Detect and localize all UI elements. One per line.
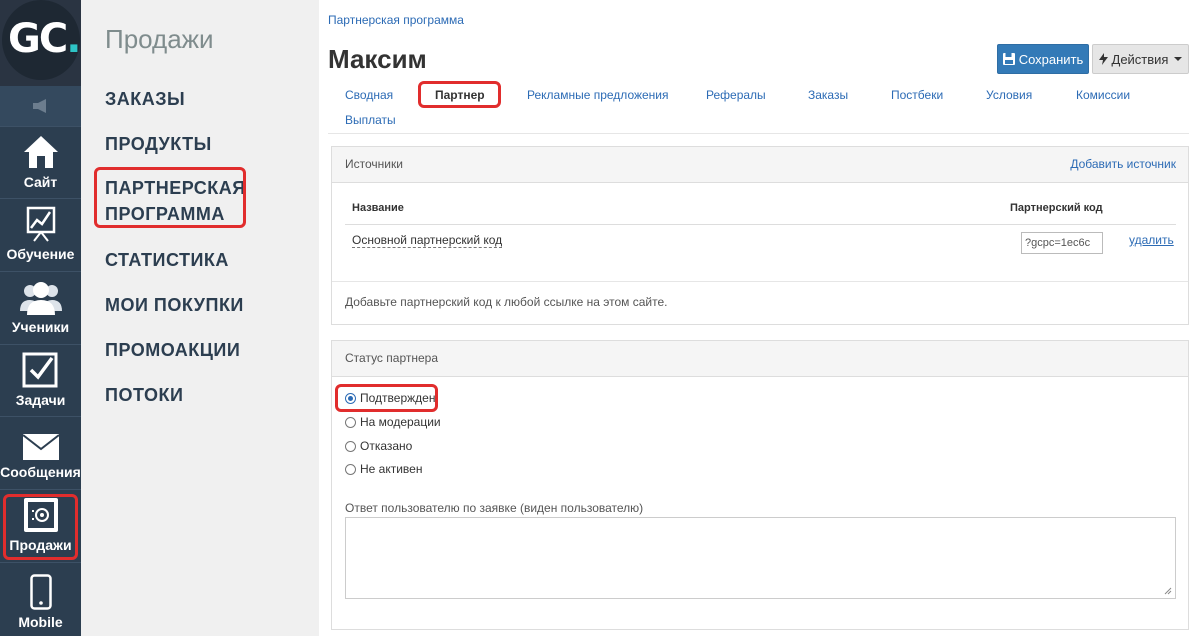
menu-item-statistics[interactable]: СТАТИСТИКА: [105, 247, 229, 273]
status-option-inactive[interactable]: Не активен: [345, 462, 422, 476]
menu-item-streams[interactable]: ПОТОКИ: [105, 382, 183, 408]
radio-unchecked[interactable]: [345, 416, 356, 428]
tab-referrals[interactable]: Рефералы: [706, 88, 766, 102]
tab-orders[interactable]: Заказы: [808, 88, 848, 102]
tab-commissions[interactable]: Комиссии: [1076, 88, 1130, 102]
menu-item-promotions[interactable]: ПРОМОАКЦИИ: [105, 337, 240, 363]
status-panel: Статус партнера Подтвержден На модерации…: [331, 340, 1189, 630]
envelope-icon: [22, 434, 59, 460]
menu-item-affiliate-line1[interactable]: ПАРТНЕРСКАЯ: [105, 175, 246, 201]
status-option-approved[interactable]: Подтвержден: [345, 391, 435, 405]
rail-item-label: Сайт: [23, 174, 58, 190]
sources-panel-header: Источники Добавить источник: [332, 147, 1188, 183]
main-content: Партнерская программа Максим Сохранить Д…: [319, 0, 1200, 636]
rail-item-learning[interactable]: Обучение: [0, 198, 81, 268]
delete-source-link[interactable]: удалить: [1129, 233, 1174, 247]
chevron-down-icon: [1174, 57, 1183, 61]
floppy-icon: [1002, 53, 1015, 65]
tab-partner[interactable]: Партнер: [435, 88, 485, 102]
home-icon: [23, 136, 58, 168]
table-header-divider: [345, 224, 1176, 225]
icon-rail: GC. Сайт Обучение Ученики Задачи Сообщен…: [0, 0, 81, 636]
rail-item-messages[interactable]: Сообщения: [0, 416, 81, 486]
logo[interactable]: GC.: [0, 0, 81, 86]
status-panel-header: Статус партнера: [332, 341, 1188, 377]
megaphone-icon: [32, 99, 46, 113]
users-icon: [19, 282, 62, 315]
sources-title: Источники: [345, 157, 403, 171]
column-header-code: Партнерский код: [1010, 202, 1103, 214]
actions-dropdown[interactable]: Действия: [1092, 44, 1189, 74]
logo-text: GC: [8, 16, 68, 62]
menu-title: Продажи: [105, 24, 214, 54]
status-option-label: Не активен: [360, 462, 423, 476]
status-option-label: Отказано: [360, 439, 413, 453]
menu-item-my-purchases[interactable]: МОИ ПОКУПКИ: [105, 292, 244, 318]
rail-item-mobile[interactable]: Mobile: [0, 562, 81, 636]
save-button-label: Сохранить: [1018, 51, 1084, 67]
resize-handle-icon[interactable]: [1164, 587, 1172, 595]
rail-item-label: Ученики: [11, 319, 70, 335]
rail-item-label: Сообщения: [0, 464, 81, 480]
logo-dot: .: [66, 16, 81, 62]
response-label: Ответ пользователю по заявке (виден поль…: [345, 501, 644, 515]
checkbox-icon: [22, 352, 57, 388]
phone-icon: [29, 574, 52, 610]
chart-board-icon: [26, 206, 55, 242]
sources-hint: Добавьте партнерский код к любой ссылке …: [345, 295, 668, 309]
menu-item-orders[interactable]: ЗАКАЗЫ: [105, 86, 185, 112]
rail-item-label: Продажи: [9, 537, 72, 553]
save-button[interactable]: Сохранить: [997, 44, 1089, 74]
tab-payouts[interactable]: Выплаты: [345, 113, 396, 127]
source-name[interactable]: Основной партнерский код: [352, 233, 503, 248]
actions-label: Действия: [1111, 51, 1169, 67]
status-title: Статус партнера: [345, 351, 438, 365]
announcements-button[interactable]: [0, 86, 81, 126]
menu-item-products[interactable]: ПРОДУКТЫ: [105, 131, 212, 157]
rail-item-label: Задачи: [15, 392, 66, 408]
status-option-moderation[interactable]: На модерации: [345, 415, 441, 429]
radio-unchecked[interactable]: [345, 463, 356, 475]
sales-menu: Продажи ЗАКАЗЫ ПРОДУКТЫ ПАРТНЕРСКАЯ ПРОГ…: [81, 0, 319, 636]
rail-item-students[interactable]: Ученики: [0, 271, 81, 341]
status-option-label: Подтвержден: [360, 391, 436, 405]
tabs-divider: [328, 133, 1189, 134]
safe-icon: [23, 498, 58, 532]
tab-conditions[interactable]: Условия: [986, 88, 1032, 102]
add-source-link[interactable]: Добавить источник: [1070, 157, 1176, 171]
rail-item-sales[interactable]: Продажи: [0, 489, 81, 559]
menu-item-affiliate-line2[interactable]: ПРОГРАММА: [105, 201, 225, 227]
breadcrumb[interactable]: Партнерская программа: [328, 13, 464, 27]
rail-item-tasks[interactable]: Задачи: [0, 344, 81, 414]
column-header-name: Название: [352, 202, 404, 214]
rail-item-label: Mobile: [18, 614, 63, 630]
tab-ad-offers[interactable]: Рекламные предложения: [527, 88, 669, 102]
panel-divider: [332, 281, 1188, 282]
status-option-label: На модерации: [360, 415, 441, 429]
status-option-rejected[interactable]: Отказано: [345, 439, 412, 453]
tab-postbacks[interactable]: Постбеки: [891, 88, 943, 102]
rail-item-site[interactable]: Сайт: [0, 126, 81, 196]
tab-summary[interactable]: Сводная: [345, 88, 393, 102]
rail-item-label: Обучение: [6, 246, 75, 262]
response-textarea[interactable]: [345, 517, 1176, 599]
affiliate-code-field[interactable]: [1021, 232, 1103, 254]
radio-checked[interactable]: [345, 392, 356, 404]
radio-unchecked[interactable]: [345, 440, 356, 452]
bolt-icon: [1098, 53, 1108, 65]
sources-panel: Источники Добавить источник Название Пар…: [331, 146, 1189, 325]
page-title: Максим: [328, 44, 427, 74]
